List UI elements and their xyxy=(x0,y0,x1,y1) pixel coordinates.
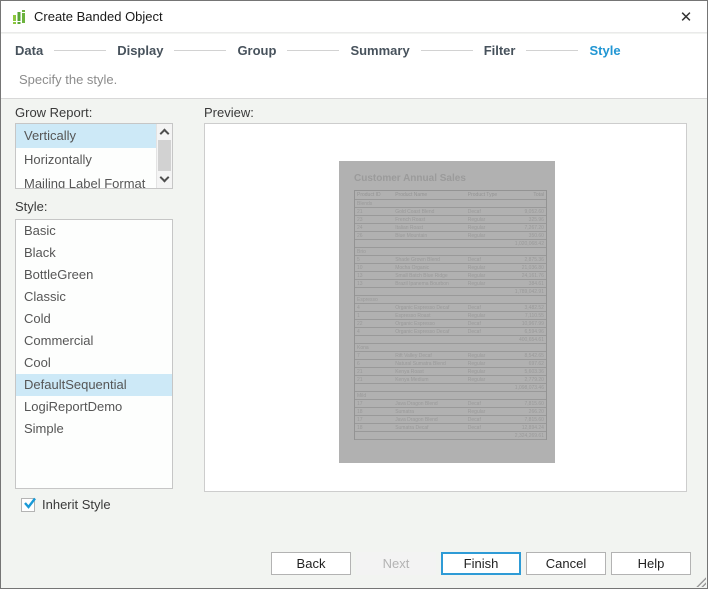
finish-button[interactable]: Finish xyxy=(441,552,521,575)
grow-report-list[interactable]: VerticallyHorizontallyMailing Label Form… xyxy=(15,123,173,189)
inherit-style-checkbox[interactable] xyxy=(21,498,35,512)
grow-report-label: Grow Report: xyxy=(15,105,92,120)
preview-row: 400,654.61 xyxy=(355,336,546,344)
back-button[interactable]: Back xyxy=(271,552,351,575)
preview-row: 1Espresso RoastRegular7,110.55 xyxy=(355,312,546,320)
preview-row: 5Shade Grown BlendDecaf2,875.36 xyxy=(355,256,546,264)
window-title: Create Banded Object xyxy=(34,9,163,24)
step-display[interactable]: Display xyxy=(117,43,163,58)
preview-row: 10Mocha OrganicRegular21,036.80 xyxy=(355,264,546,272)
list-item-logireportdemo[interactable]: LogiReportDemo xyxy=(16,396,172,418)
preview-row: 1,098,073.46 xyxy=(355,384,546,392)
preview-row: 17Java Dragon BlendDecaf7,815.60 xyxy=(355,416,546,424)
list-item-cold[interactable]: Cold xyxy=(16,308,172,330)
list-item-defaultsequential[interactable]: DefaultSequential xyxy=(16,374,172,396)
preview-row: 4Organic Espresso DecafDecaf6,594.96 xyxy=(355,328,546,336)
preview-panel: Customer Annual Sales Product IDProduct … xyxy=(204,123,687,492)
preview-row: 21Kenya RoastRegular5,603.36 xyxy=(355,368,546,376)
wizard-subtitle: Specify the style. xyxy=(19,72,707,87)
preview-row: 17Java Dragon BlendDecaf7,815.60 xyxy=(355,400,546,408)
step-group[interactable]: Group xyxy=(237,43,276,58)
preview-row: 2,324,269.61 xyxy=(355,432,546,440)
report-thumbnail: Customer Annual Sales Product IDProduct … xyxy=(339,161,555,463)
preview-row: 21Kenya MediumRegular2,779.20 xyxy=(355,376,546,384)
scroll-thumb[interactable] xyxy=(158,140,171,171)
list-item-mailing-label-format[interactable]: Mailing Label Format xyxy=(16,172,172,189)
step-connector xyxy=(174,50,226,51)
preview-row: Mild xyxy=(355,392,546,400)
style-list[interactable]: BasicBlackBottleGreenClassicColdCommerci… xyxy=(15,219,173,489)
list-item-vertically[interactable]: Vertically xyxy=(16,124,172,148)
preview-row: 13Brazil Ipanema BourbonRegular384.61 xyxy=(355,280,546,288)
list-item-cool[interactable]: Cool xyxy=(16,352,172,374)
list-item-bottlegreen[interactable]: BottleGreen xyxy=(16,264,172,286)
list-item-simple[interactable]: Simple xyxy=(16,418,172,440)
step-filter[interactable]: Filter xyxy=(484,43,516,58)
step-connector xyxy=(287,50,339,51)
scroll-down-icon[interactable] xyxy=(157,172,172,187)
preview-row: 1,020,068.42 xyxy=(355,240,546,248)
next-button[interactable]: Next xyxy=(356,552,436,575)
preview-row: 23French RoastRegular325.96 xyxy=(355,216,546,224)
preview-row: 7Rift Valley DecafRegular8,542.65 xyxy=(355,352,546,360)
app-icon xyxy=(11,9,27,25)
wizard-header: Data Display Group Summary Filter Style … xyxy=(1,34,707,99)
resize-grip[interactable] xyxy=(693,574,706,587)
report-title: Customer Annual Sales xyxy=(354,173,466,184)
preview-row: Kona xyxy=(355,344,546,352)
preview-row: 18SumatraRegular266.20 xyxy=(355,408,546,416)
style-label: Style: xyxy=(15,199,48,214)
preview-row: 6Natural Sumatra BlendRegular697.62 xyxy=(355,360,546,368)
list-item-black[interactable]: Black xyxy=(16,242,172,264)
preview-row: 1,789,042.91 xyxy=(355,288,546,296)
step-connector xyxy=(54,50,106,51)
preview-row: 24Italian RoastRegular7,267.20 xyxy=(355,224,546,232)
step-connector xyxy=(526,50,578,51)
create-banded-object-dialog: Create Banded Object ✕ Data Display Grou… xyxy=(0,0,708,589)
wizard-steps: Data Display Group Summary Filter Style xyxy=(1,34,707,58)
preview-row: 18Sumatra DecafDecaf12,894.24 xyxy=(355,424,546,432)
preview-label: Preview: xyxy=(204,105,254,120)
preview-row: Blends xyxy=(355,200,546,208)
inherit-style-row: Inherit Style xyxy=(21,497,111,512)
preview-row: Brio xyxy=(355,248,546,256)
preview-row: Espresso xyxy=(355,296,546,304)
step-data[interactable]: Data xyxy=(15,43,43,58)
list-item-commercial[interactable]: Commercial xyxy=(16,330,172,352)
list-item-basic[interactable]: Basic xyxy=(16,220,172,242)
step-connector xyxy=(421,50,473,51)
list-item-classic[interactable]: Classic xyxy=(16,286,172,308)
grow-report-scrollbar[interactable] xyxy=(156,124,172,188)
list-item-horizontally[interactable]: Horizontally xyxy=(16,148,172,172)
preview-row: 13Small Batch Blue RidgeRegular24,161.76 xyxy=(355,272,546,280)
close-icon[interactable]: ✕ xyxy=(673,5,699,29)
titlebar: Create Banded Object ✕ xyxy=(1,1,707,33)
dialog-body: Grow Report: VerticallyHorizontallyMaili… xyxy=(1,99,707,588)
step-summary[interactable]: Summary xyxy=(350,43,409,58)
scroll-up-icon[interactable] xyxy=(157,125,172,140)
help-button[interactable]: Help xyxy=(611,552,691,575)
preview-row: 4Organic Espresso DecafDecaf3,482.52 xyxy=(355,304,546,312)
preview-row: 21Gold Coast BlendDecaf9,052.60 xyxy=(355,208,546,216)
preview-row: Product IDProduct NameProduct TypeTotal xyxy=(355,191,546,200)
preview-table: Product IDProduct NameProduct TypeTotalB… xyxy=(354,190,547,440)
step-style[interactable]: Style xyxy=(589,43,620,58)
preview-row: 26Blue MountainRegular350.60 xyxy=(355,232,546,240)
inherit-style-label: Inherit Style xyxy=(42,497,111,512)
preview-row: 22Organic EspressoDecaf10,967.99 xyxy=(355,320,546,328)
cancel-button[interactable]: Cancel xyxy=(526,552,606,575)
